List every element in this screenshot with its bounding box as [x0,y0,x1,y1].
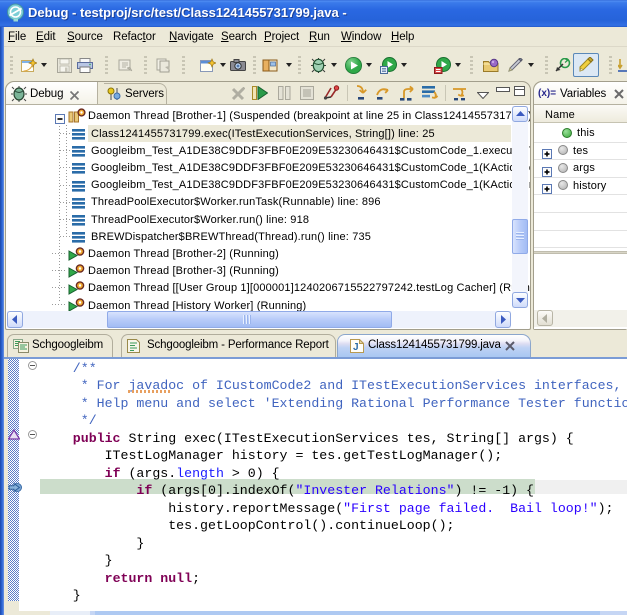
svg-text:J: J [353,342,359,353]
